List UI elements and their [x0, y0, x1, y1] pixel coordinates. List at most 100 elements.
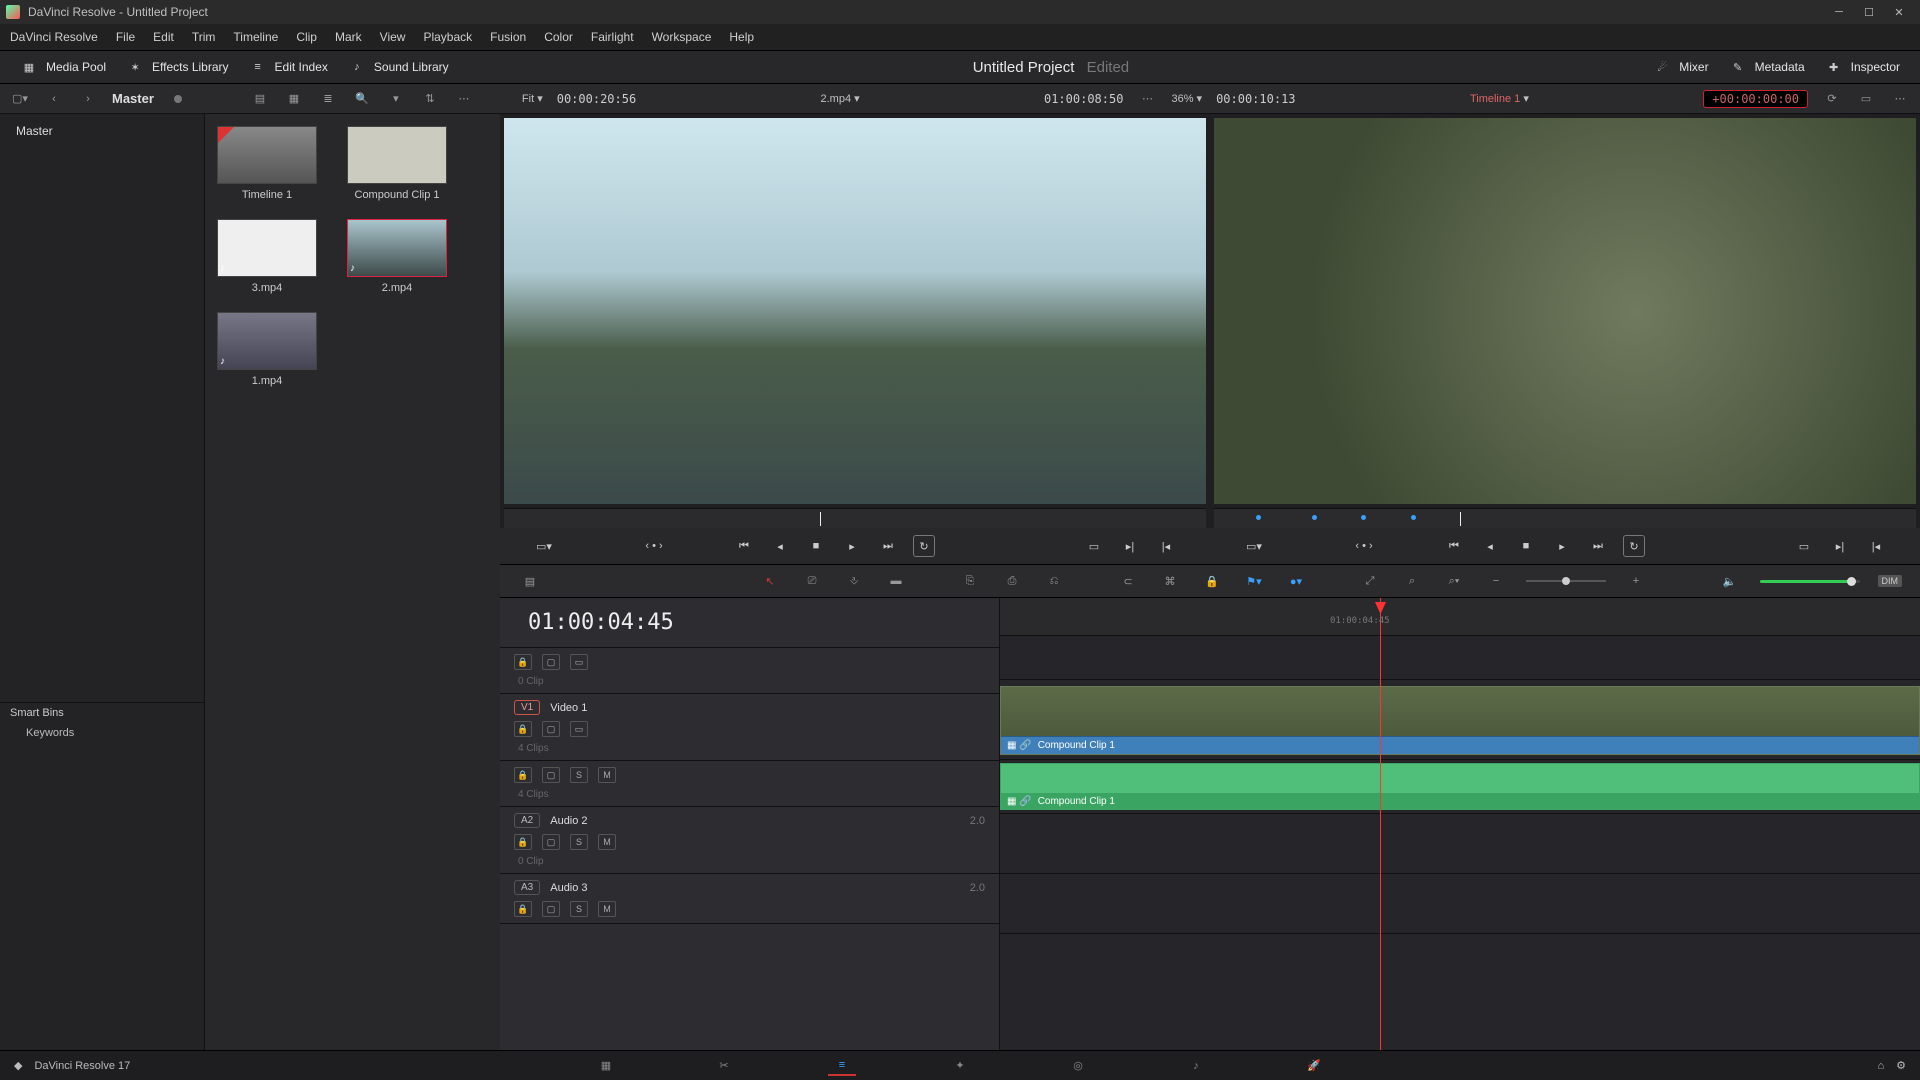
page-color[interactable]: ◎	[1064, 1056, 1092, 1076]
goto-in-button[interactable]: ▸|	[1119, 535, 1141, 557]
record-zoom-dropdown[interactable]: 36% ▾	[1171, 92, 1202, 105]
menu-davinci[interactable]: DaVinci Resolve	[10, 30, 98, 44]
timeline-ruler[interactable]	[1000, 598, 1920, 636]
effects-library-toggle[interactable]: ✶ Effects Library	[116, 58, 238, 76]
track-header-a2[interactable]: A2Audio 22.0 🔒▢SM 0 Clip	[500, 807, 999, 874]
close-button[interactable]: ✕	[1884, 1, 1914, 23]
menu-playback[interactable]: Playback	[423, 30, 472, 44]
metadata-toggle[interactable]: ✎ Metadata	[1719, 58, 1815, 76]
loop-button[interactable]: ↻	[913, 535, 935, 557]
source-scrub-bar[interactable]	[504, 508, 1206, 528]
nav-back-button[interactable]: ‹	[44, 89, 64, 109]
lock-icon[interactable]: 🔒	[514, 767, 532, 783]
overlay-button[interactable]: ▭	[1083, 535, 1105, 557]
replace-clip-button[interactable]: ⎌	[1042, 570, 1066, 592]
menu-edit[interactable]: Edit	[153, 30, 174, 44]
jump-end-button[interactable]: ⏭	[877, 535, 899, 557]
marker-dropdown-button[interactable]: ●▾	[1284, 570, 1308, 592]
menu-view[interactable]: View	[380, 30, 406, 44]
track-id-badge[interactable]: A3	[514, 880, 540, 895]
sort-button[interactable]: ⇅	[420, 89, 440, 109]
dynamic-trim-button[interactable]: ⎀	[842, 570, 866, 592]
inspector-toggle[interactable]: ✚ Inspector	[1815, 58, 1910, 76]
edit-index-toggle[interactable]: ≡ Edit Index	[239, 58, 338, 76]
video-clip-label[interactable]: ▦ 🔗 Compound Clip 1	[1001, 736, 1919, 754]
record-viewer-image[interactable]	[1214, 118, 1916, 504]
source-mode-dropdown[interactable]: ▭▾	[533, 535, 555, 557]
detail-zoom-button[interactable]: ⌕	[1400, 570, 1424, 592]
record-mode-dropdown[interactable]: ▭▾	[1243, 535, 1265, 557]
playhead[interactable]: 01:00:04:45	[1380, 598, 1381, 1050]
play-button[interactable]: ▸	[841, 535, 863, 557]
smart-bin-keywords[interactable]: Keywords	[0, 723, 204, 743]
volume-slider[interactable]	[1760, 580, 1860, 583]
step-back-button[interactable]: ◂	[769, 535, 791, 557]
clip-1mp4[interactable]: ♪ 1.mp4	[217, 312, 317, 387]
clip-compound-1[interactable]: Compound Clip 1	[347, 126, 447, 201]
thumb-view-button[interactable]: ▤	[250, 89, 270, 109]
menu-mark[interactable]: Mark	[335, 30, 362, 44]
lock-icon[interactable]: 🔒	[514, 834, 532, 850]
lock-icon[interactable]: 🔒	[514, 901, 532, 917]
page-edit[interactable]: ≡	[828, 1056, 856, 1076]
custom-zoom-button[interactable]: ⌕▾	[1442, 570, 1466, 592]
track-header-v2[interactable]: 🔒▢▭ 0 Clip	[500, 648, 999, 694]
menu-trim[interactable]: Trim	[192, 30, 216, 44]
audio-clip-label[interactable]: ▦ 🔗 Compound Clip 1	[1001, 793, 1919, 809]
track-header-v1[interactable]: V1Video 1 🔒▢▭ 4 Clips	[500, 694, 999, 761]
solo-button[interactable]: S	[570, 901, 588, 917]
page-cut[interactable]: ✂	[710, 1056, 738, 1076]
menu-color[interactable]: Color	[544, 30, 573, 44]
page-fusion[interactable]: ✦	[946, 1056, 974, 1076]
track-header-a3[interactable]: A3Audio 32.0 🔒▢SM	[500, 874, 999, 924]
overwrite-clip-button[interactable]: ⎙	[1000, 570, 1024, 592]
timeline-dropdown-icon[interactable]: ▾	[1523, 93, 1529, 105]
clip-2mp4[interactable]: ♪ 2.mp4	[347, 219, 447, 294]
menu-workspace[interactable]: Workspace	[652, 30, 712, 44]
match-frame-button[interactable]: ‹ • ›	[643, 535, 665, 557]
rec-jump-start-button[interactable]: ⏮	[1443, 535, 1465, 557]
solo-button[interactable]: S	[570, 834, 588, 850]
snap-toggle-button[interactable]: ⊂	[1116, 570, 1140, 592]
rec-step-back-button[interactable]: ◂	[1479, 535, 1501, 557]
menu-fairlight[interactable]: Fairlight	[591, 30, 634, 44]
rec-loop-button[interactable]: ↻	[1623, 535, 1645, 557]
zoom-fit-dropdown[interactable]: Fit ▾	[522, 92, 543, 105]
rec-jump-end-button[interactable]: ⏭	[1587, 535, 1609, 557]
lane-a3[interactable]	[1000, 874, 1920, 934]
zoom-in-button[interactable]: +	[1624, 570, 1648, 592]
link-toggle-button[interactable]: ⌘	[1158, 570, 1182, 592]
zoom-slider[interactable]	[1526, 580, 1606, 582]
track-enable-icon[interactable]: ▭	[570, 654, 588, 670]
lock-toggle-button[interactable]: 🔒	[1200, 570, 1224, 592]
mixer-toggle[interactable]: ☄ Mixer	[1643, 58, 1718, 76]
selection-tool-button[interactable]: ↖	[758, 570, 782, 592]
blade-tool-button[interactable]: ▬	[884, 570, 908, 592]
bin-master[interactable]: Master	[0, 120, 204, 142]
clip-3mp4[interactable]: ♪ 3.mp4	[217, 219, 317, 294]
bypass-grades-button[interactable]: ⟳	[1822, 89, 1842, 109]
lane-v1[interactable]: ▦ 🔗 Compound Clip 1	[1000, 680, 1920, 760]
record-scrub-bar[interactable]	[1214, 508, 1916, 528]
project-settings-button[interactable]: ⚙	[1896, 1059, 1906, 1072]
stop-button[interactable]: ■	[805, 535, 827, 557]
rec-goto-out-button[interactable]: |◂	[1865, 535, 1887, 557]
page-fairlight[interactable]: ♪	[1182, 1056, 1210, 1076]
page-deliver[interactable]: 🚀	[1300, 1056, 1328, 1076]
auto-select-icon[interactable]: ▢	[542, 834, 560, 850]
menu-timeline[interactable]: Timeline	[233, 30, 278, 44]
flag-dropdown-button[interactable]: ⚑▾	[1242, 570, 1266, 592]
sound-library-toggle[interactable]: ♪ Sound Library	[338, 58, 459, 76]
search-button[interactable]: 🔍	[352, 89, 372, 109]
timecode-entry[interactable]: +00:00:00:00	[1703, 90, 1808, 108]
lane-v2[interactable]	[1000, 636, 1920, 680]
home-button[interactable]: ⌂	[1877, 1060, 1884, 1072]
media-pool-toggle[interactable]: ▦ Media Pool	[10, 58, 116, 76]
record-options-button[interactable]: ⋯	[1890, 89, 1910, 109]
rec-overlay-button[interactable]: ▭	[1793, 535, 1815, 557]
clip-dropdown-icon[interactable]: ▾	[854, 93, 860, 105]
single-viewer-button[interactable]: ▭	[1856, 89, 1876, 109]
bin-view-dropdown[interactable]: ▢▾	[10, 89, 30, 109]
full-extent-zoom-button[interactable]: ⤢	[1358, 570, 1382, 592]
timeline-name[interactable]: Timeline 1	[1470, 93, 1520, 105]
